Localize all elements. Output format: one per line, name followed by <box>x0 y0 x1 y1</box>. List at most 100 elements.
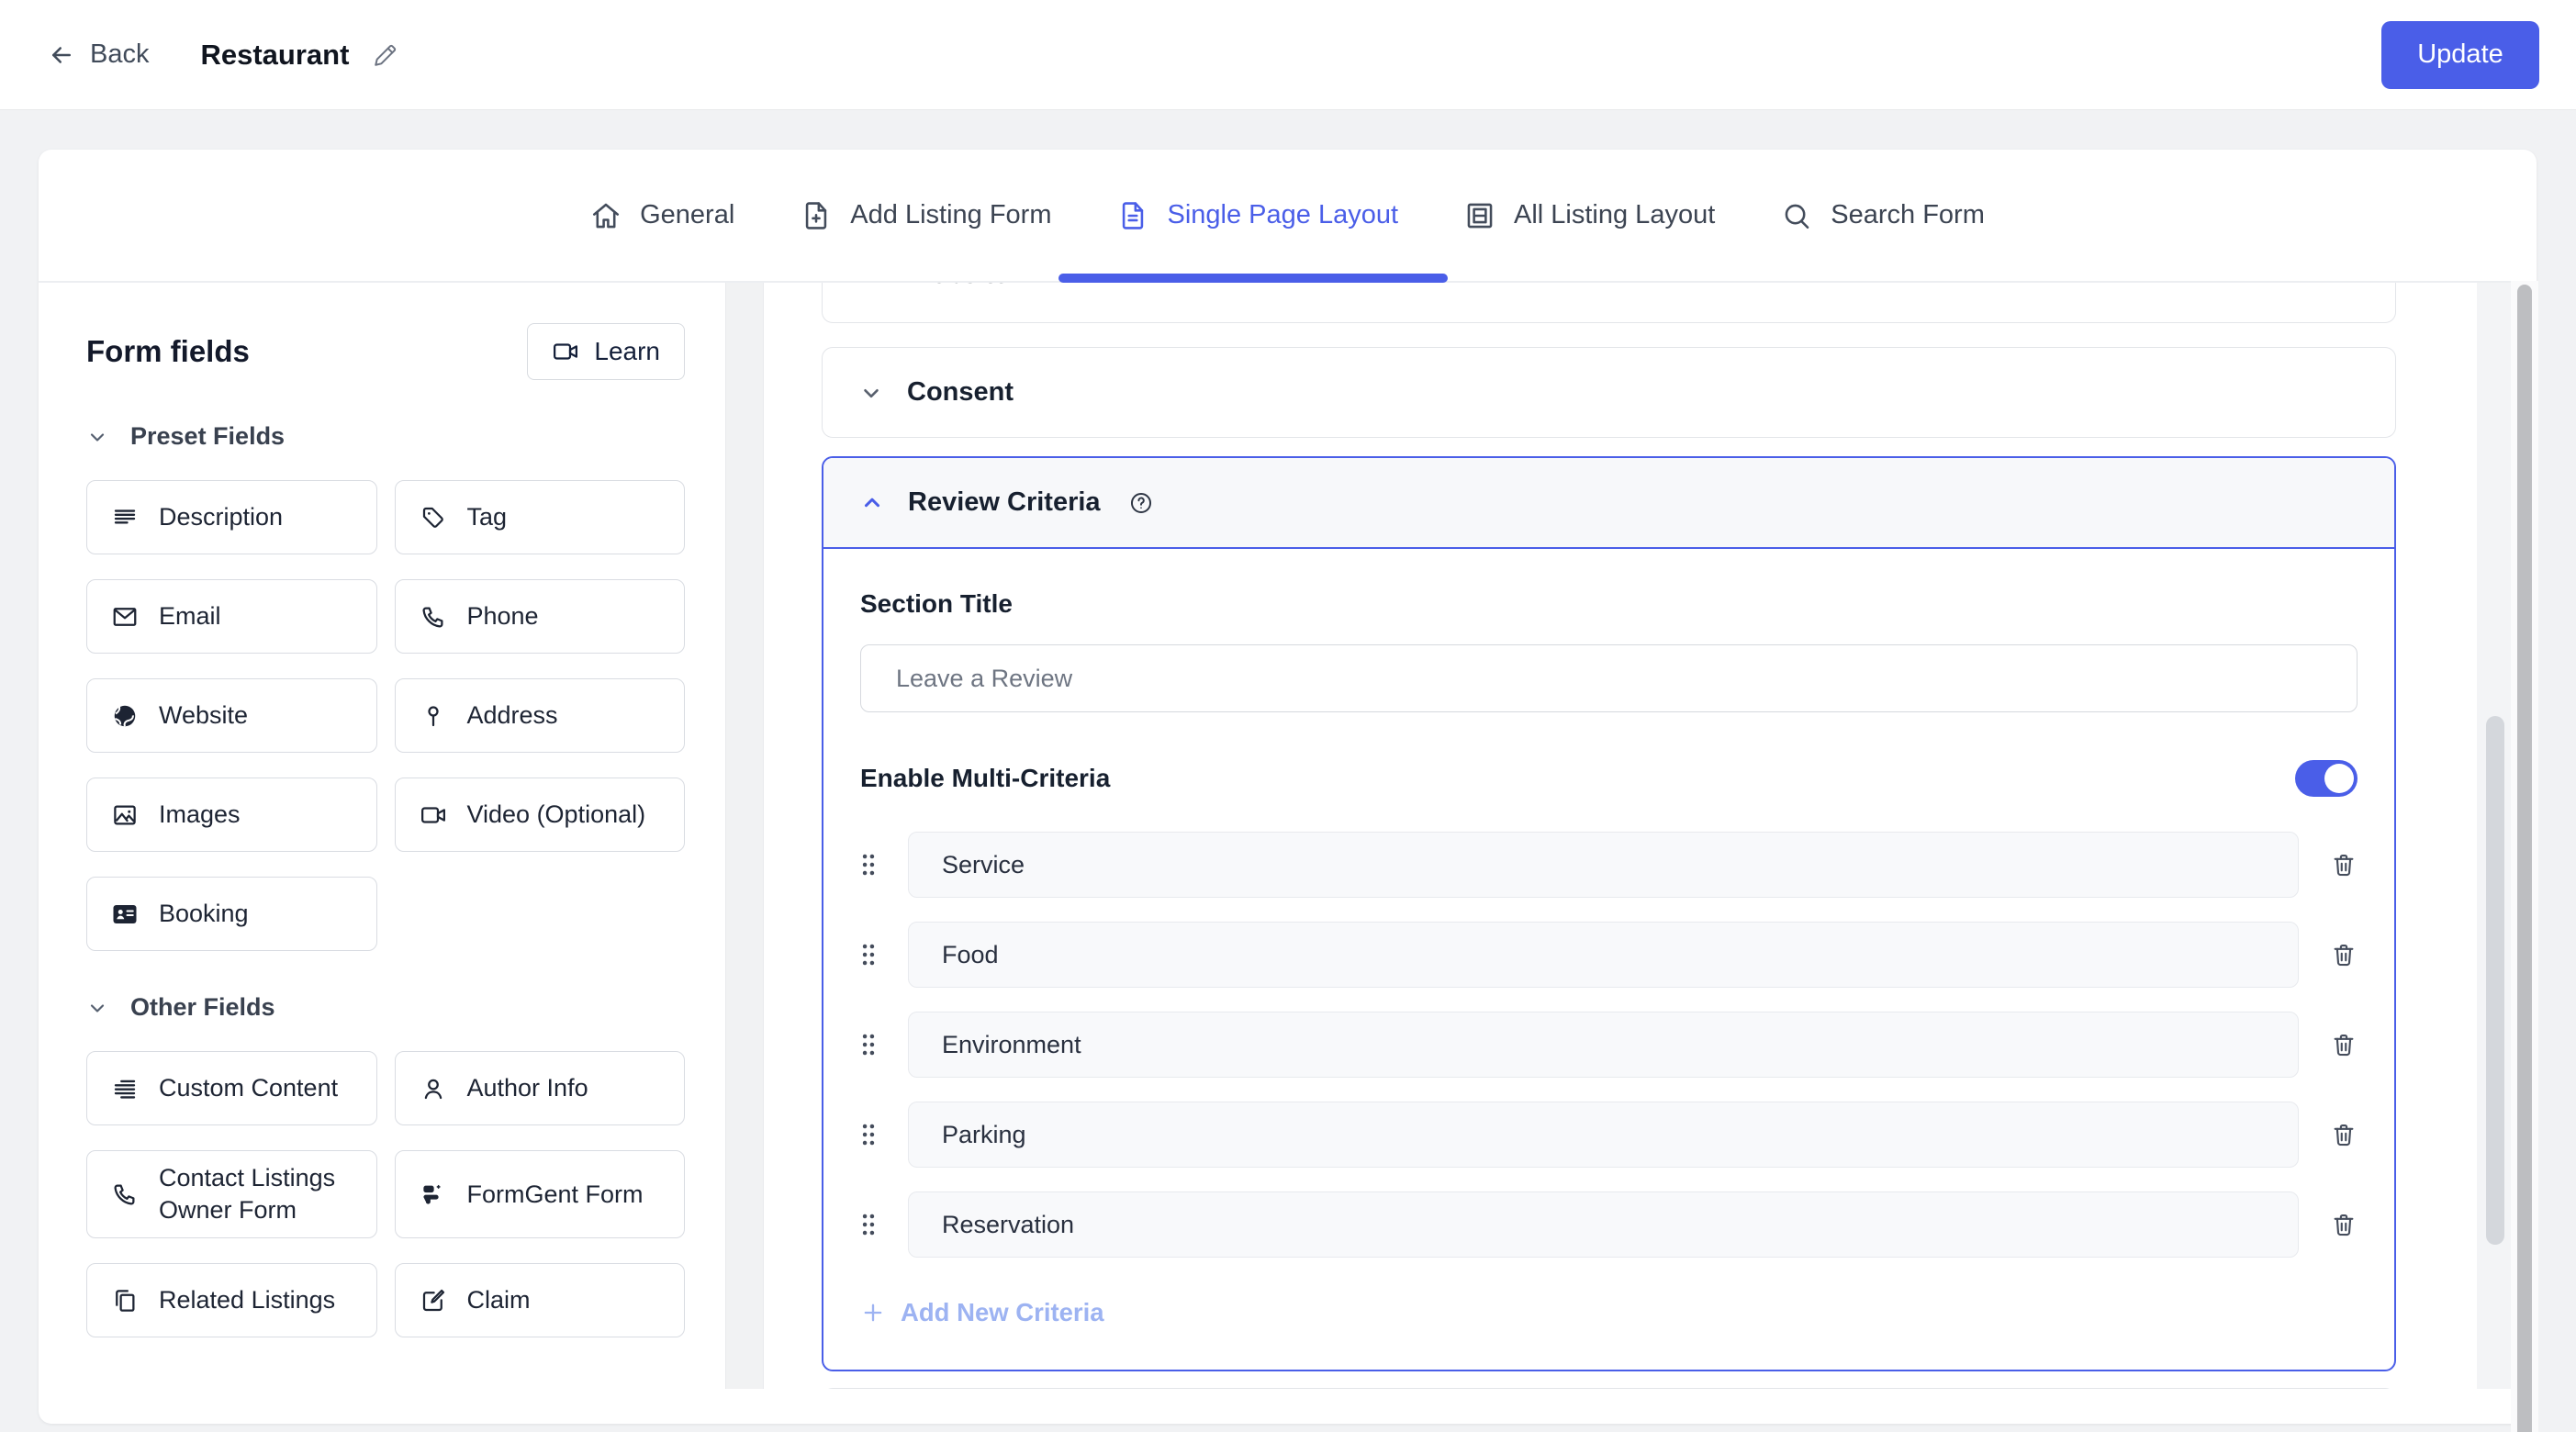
review-criteria-header[interactable]: Review Criteria <box>823 458 2394 549</box>
next-section-card[interactable] <box>822 1388 2396 1389</box>
review-criteria-section-card: Review Criteria Section Title Enable Mul… <box>822 456 2396 1371</box>
field-email[interactable]: Email <box>86 579 377 654</box>
image-icon <box>111 801 139 829</box>
other-fields-toggle[interactable]: Other Fields <box>86 993 685 1022</box>
edit-pencil-icon[interactable] <box>373 42 398 68</box>
criteria-input[interactable] <box>908 832 2299 898</box>
criteria-input[interactable] <box>908 922 2299 988</box>
globe-icon <box>111 702 139 730</box>
consent-section-title: Consent <box>907 377 1014 407</box>
page-scrollbar-thumb[interactable] <box>2517 285 2532 1432</box>
tab-single-page-layout[interactable]: Single Page Layout <box>1058 150 1448 283</box>
delete-criteria-button[interactable] <box>2330 851 2358 878</box>
preset-fields-toggle[interactable]: Preset Fields <box>86 422 685 451</box>
edit-square-icon <box>420 1287 447 1315</box>
criteria-list <box>860 832 2358 1258</box>
preset-fields-grid: Description Tag Email Phone Website Addr… <box>86 480 685 951</box>
section-title-label: Section Title <box>860 589 1013 618</box>
website-section-title: Website <box>907 283 1009 290</box>
criteria-input[interactable] <box>908 1102 2299 1168</box>
drag-handle-icon[interactable] <box>860 1031 877 1058</box>
tab-search-form[interactable]: Search Form <box>1781 150 1985 281</box>
consent-section-card[interactable]: Consent <box>822 347 2396 438</box>
file-plus-icon <box>801 200 832 231</box>
criteria-row <box>860 1012 2358 1078</box>
field-tag[interactable]: Tag <box>394 480 685 554</box>
video-camera-icon <box>420 801 447 829</box>
top-bar: Back Restaurant Update <box>0 0 2576 110</box>
question-circle-icon[interactable] <box>1128 490 1154 516</box>
field-description[interactable]: Description <box>86 480 377 554</box>
text-lines-icon <box>111 504 139 531</box>
delete-criteria-button[interactable] <box>2330 1031 2358 1058</box>
tab-all-listing-layout[interactable]: All Listing Layout <box>1464 150 1715 281</box>
content-scrollbar-thumb[interactable] <box>2486 716 2504 1245</box>
back-button[interactable]: Back <box>48 39 149 70</box>
envelope-icon <box>111 603 139 631</box>
id-card-icon <box>111 901 139 928</box>
field-video[interactable]: Video (Optional) <box>394 778 685 852</box>
delete-criteria-button[interactable] <box>2330 1121 2358 1148</box>
criteria-row <box>860 832 2358 898</box>
map-pin-icon <box>420 702 447 730</box>
section-title-input[interactable] <box>860 644 2358 712</box>
page-title: Restaurant <box>200 38 350 71</box>
field-custom-content[interactable]: Custom Content <box>86 1051 377 1125</box>
multi-criteria-toggle[interactable] <box>2295 760 2358 797</box>
website-section-card[interactable]: Website <box>822 283 2396 323</box>
criteria-row <box>860 1102 2358 1168</box>
home-icon <box>590 200 622 231</box>
drag-handle-icon[interactable] <box>860 1211 877 1238</box>
formgent-logo-icon <box>420 1180 447 1208</box>
sidebar-scrollbar-track[interactable] <box>725 283 764 1389</box>
delete-criteria-button[interactable] <box>2330 941 2358 968</box>
back-label: Back <box>90 39 150 69</box>
criteria-input[interactable] <box>908 1191 2299 1258</box>
field-claim[interactable]: Claim <box>394 1263 685 1338</box>
criteria-row <box>860 922 2358 988</box>
field-website[interactable]: Website <box>86 678 377 753</box>
enable-multi-criteria-label: Enable Multi-Criteria <box>860 764 1111 792</box>
toggle-knob <box>2324 764 2354 793</box>
tag-icon <box>420 504 447 531</box>
drag-handle-icon[interactable] <box>860 851 877 878</box>
field-formgent-form[interactable]: FormGent Form <box>394 1150 685 1239</box>
video-camera-icon <box>552 338 579 365</box>
delete-criteria-button[interactable] <box>2330 1211 2358 1238</box>
arrow-left-icon <box>48 41 75 69</box>
plus-icon <box>860 1300 886 1326</box>
drag-handle-icon[interactable] <box>860 1121 877 1148</box>
layout-panel-icon <box>1464 200 1495 231</box>
tab-add-listing-form[interactable]: Add Listing Form <box>801 150 1051 281</box>
other-fields-grid: Custom Content Author Info Contact Listi… <box>86 1051 685 1338</box>
field-images[interactable]: Images <box>86 778 377 852</box>
chevron-up-icon <box>860 491 884 515</box>
field-author-info[interactable]: Author Info <box>394 1051 685 1125</box>
learn-button[interactable]: Learn <box>527 323 685 380</box>
review-criteria-title: Review Criteria <box>908 487 1101 517</box>
copy-icon <box>111 1287 139 1315</box>
tab-bar: General Add Listing Form Single Page Lay… <box>39 150 2537 283</box>
chevron-down-icon <box>859 381 883 405</box>
field-phone[interactable]: Phone <box>394 579 685 654</box>
settings-panel: General Add Listing Form Single Page Lay… <box>39 150 2537 1424</box>
file-lines-icon <box>1117 200 1148 231</box>
form-fields-sidebar: Form fields Learn Preset Fields Descript <box>39 283 725 1389</box>
field-related-listings[interactable]: Related Listings <box>86 1263 377 1338</box>
field-contact-listings-owner[interactable]: Contact Listings Owner Form <box>86 1150 377 1239</box>
phone-icon <box>420 603 447 631</box>
field-address[interactable]: Address <box>394 678 685 753</box>
chevron-down-icon <box>86 426 108 448</box>
update-button[interactable]: Update <box>2381 20 2539 89</box>
add-new-criteria-button[interactable]: Add New Criteria <box>860 1298 2358 1327</box>
chevron-down-icon <box>859 283 883 287</box>
custom-text-icon <box>111 1075 139 1102</box>
criteria-input[interactable] <box>908 1012 2299 1078</box>
search-icon <box>1781 200 1812 231</box>
user-icon <box>420 1075 447 1102</box>
drag-handle-icon[interactable] <box>860 941 877 968</box>
sidebar-title: Form fields <box>86 334 250 368</box>
tab-general[interactable]: General <box>590 150 734 281</box>
layout-editor-content: Website Consent <box>764 283 2537 1389</box>
field-booking[interactable]: Booking <box>86 877 377 951</box>
